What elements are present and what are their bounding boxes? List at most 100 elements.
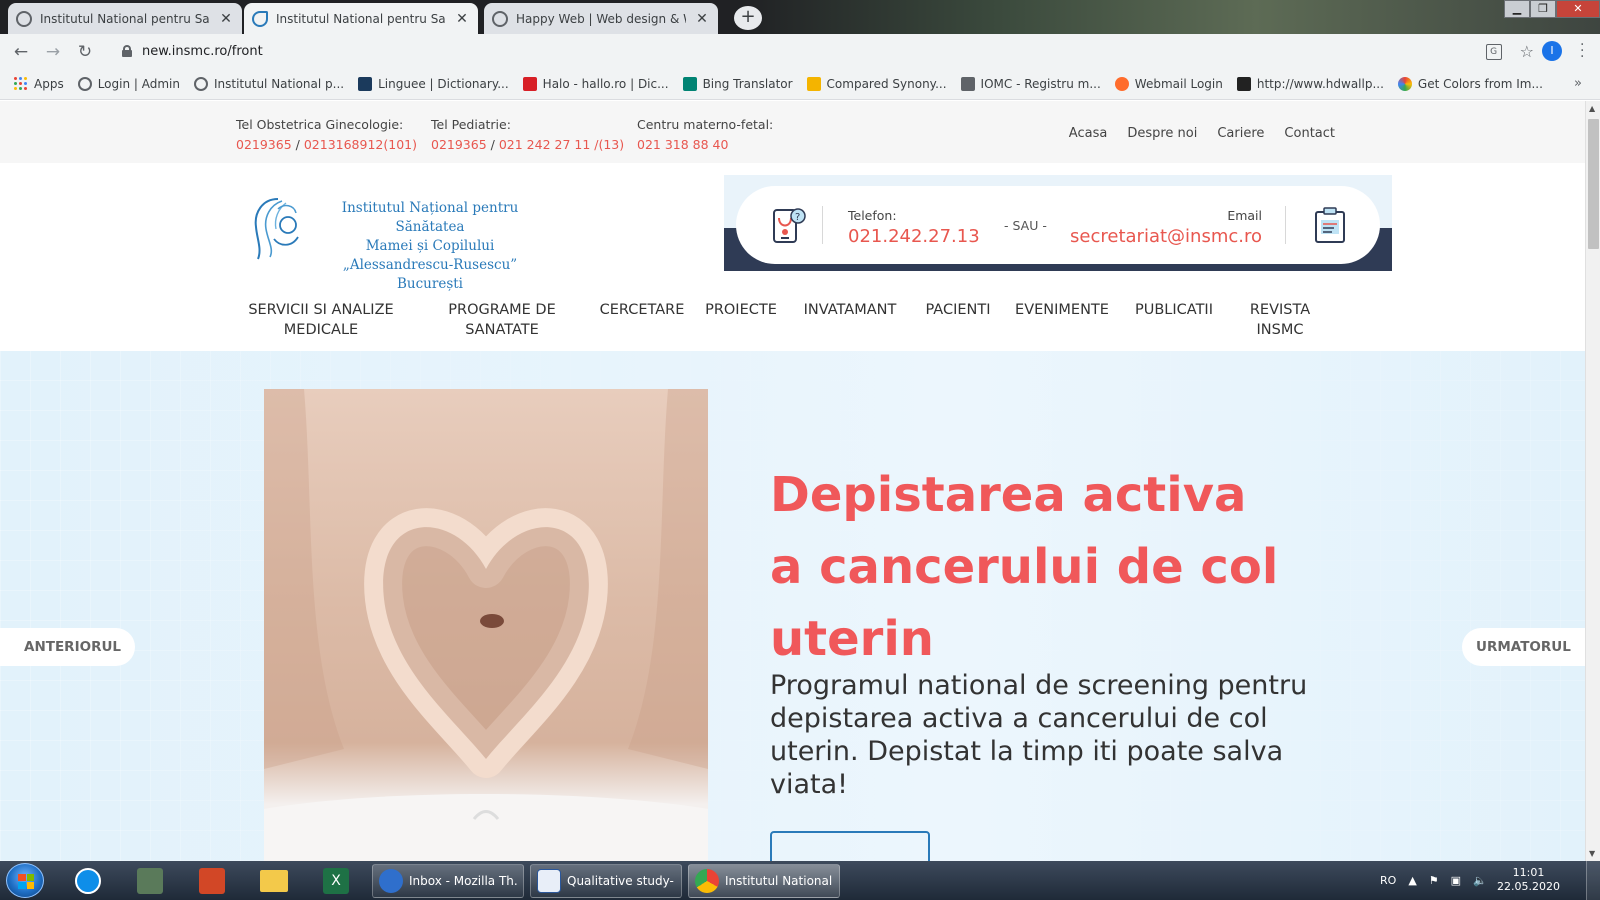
nav-publicatii[interactable]: PUBLICATII [1128,300,1220,320]
task-word[interactable]: Qualitative study-... [530,864,682,898]
task-chrome[interactable]: Institutul National... [688,864,840,898]
windows-logo-icon [18,874,34,889]
scroll-down-arrow-icon[interactable]: ▼ [1589,849,1595,858]
address-bar[interactable]: new.insmc.ro/front G ☆ [110,38,1590,66]
action-center-flag-icon[interactable]: ⚑ [1429,874,1439,887]
nav-contact[interactable]: Contact [1284,126,1335,141]
nav-evenimente[interactable]: EVENIMENTE [1012,300,1112,320]
back-button[interactable]: ← [10,41,32,63]
minimize-button[interactable]: ▁ [1504,0,1530,18]
bookmark-compared-synonyms[interactable]: Compared Synony... [806,76,947,91]
scroll-thumb[interactable] [1588,119,1599,249]
nav-cariere[interactable]: Cariere [1217,126,1264,141]
phone-link[interactable]: 0213168912(101) [304,137,417,152]
bookmark-bing-translator[interactable]: Bing Translator [682,76,793,91]
browser-tab-3[interactable]: Happy Web | Web design & Web ✕ [484,3,718,34]
nav-proiecte[interactable]: PROIECTE [704,300,778,320]
contact-materno-fetal: Centru materno-fetal: 021 318 88 40 [637,117,774,152]
restore-button[interactable]: ❐ [1530,0,1556,18]
bookmark-hdwallpapers[interactable]: http://www.hdwallp... [1236,76,1384,91]
globe-icon [77,76,92,91]
excel-pin[interactable]: X [312,865,360,897]
hd-icon [1236,76,1251,91]
hero-slider: Depistarea activa a cancerului de col ut… [0,351,1585,861]
logo-line: Institutul Național pentru Sănătatea [341,200,519,235]
bookmark-iomc[interactable]: IOMC - Registru m... [960,76,1101,91]
folder-icon [260,870,288,892]
heart-hands-image [264,389,708,861]
browser-toolbar: ← → ↻ new.insmc.ro/front G ☆ I · · · [0,34,1600,68]
system-clock[interactable]: 11:01 22.05.2020 [1497,866,1560,894]
logo-line: Mamei și Copilului [365,238,495,254]
nav-revista-insmc[interactable]: REVISTA INSMC [1240,300,1320,340]
bookmark-webmail[interactable]: Webmail Login [1114,76,1223,91]
nav-pacienti[interactable]: PACIENTI [918,300,998,320]
reload-button[interactable]: ↻ [74,41,96,63]
slider-prev-button[interactable]: ANTERIORUL [0,628,136,666]
phone-value[interactable]: 021.242.27.13 [848,226,980,247]
tray-expand-icon[interactable]: ▲ [1408,874,1416,887]
email-value[interactable]: secretariat@insmc.ro [1070,226,1262,247]
globe-icon [16,10,32,27]
teamviewer-pin[interactable] [64,865,112,897]
phone-link[interactable]: 0219365 [236,137,292,152]
network-computers-icon [137,868,163,894]
thunderbird-icon [379,869,403,893]
start-button[interactable] [6,863,44,898]
bookmark-apps[interactable]: Apps [14,76,64,91]
nav-servicii-analize[interactable]: SERVICII SI ANALIZE MEDICALE [246,300,396,340]
translate-icon[interactable]: G [1485,43,1502,60]
more-bookmarks-icon[interactable]: » [1574,76,1582,91]
language-indicator[interactable]: RO [1380,874,1396,887]
bookmark-linguee[interactable]: Linguee | Dictionary... [358,76,509,91]
browser-menu-icon[interactable]: · · · [1580,38,1586,64]
bookmark-star-icon[interactable]: ☆ [1520,42,1534,61]
hero-cta-button[interactable] [770,831,930,861]
excel-icon: X [323,868,349,894]
slider-next-button[interactable]: URMATORUL [1462,628,1585,666]
close-window-button[interactable]: ✕ [1556,0,1600,18]
nav-despre-noi[interactable]: Despre noi [1127,126,1197,141]
or-separator: - SAU - [1004,218,1047,233]
contact-obstetrica: Tel Obstetrica Ginecologie: 0219365 / 02… [236,117,417,152]
volume-icon[interactable]: 🔈 [1473,874,1487,887]
presentation-app-pin[interactable] [188,865,236,897]
tab-title: Institutul National pentru Sanatatea [276,11,446,26]
nav-invatamant[interactable]: INVATAMANT [797,300,903,320]
bookmark-login-admin[interactable]: Login | Admin [77,76,180,91]
show-desktop-button[interactable] [1586,861,1600,900]
nav-programe-sanatate[interactable]: PROGRAME DE SANATATE [440,300,564,340]
network-app-pin[interactable] [126,865,174,897]
task-thunderbird[interactable]: Inbox - Mozilla Th... [372,864,524,898]
close-tab-icon[interactable]: ✕ [694,11,710,27]
folder-icon [806,76,821,91]
profile-avatar[interactable]: I [1542,41,1562,61]
close-tab-icon[interactable]: ✕ [454,11,470,27]
page-scrollbar[interactable]: ▲ ▼ [1585,101,1600,861]
explorer-pin[interactable] [250,865,298,897]
phone-link[interactable]: 0219365 [431,137,487,152]
contact-pediatrie: Tel Pediatrie: 0219365 / 021 242 27 11 /… [431,117,625,152]
phone-doctor-icon: ? [773,208,806,243]
bookmark-hallo[interactable]: Halo - hallo.ro | Dic... [522,76,669,91]
browser-tab-1[interactable]: Institutul National pentru Sanatatea ✕ [8,3,242,34]
bookmark-institutul[interactable]: Institutul National p... [194,76,344,91]
phone-label: Telefon: [848,208,897,223]
scroll-up-arrow-icon[interactable]: ▲ [1589,104,1595,113]
forward-button[interactable]: → [42,41,64,63]
top-navigation: Acasa Despre noi Cariere Contact [1069,126,1335,141]
tab-title: Institutul National pentru Sanatatea [40,11,210,26]
lock-icon [122,45,132,57]
nav-acasa[interactable]: Acasa [1069,126,1108,141]
phone-link[interactable]: 021 318 88 40 [637,137,728,152]
new-tab-button[interactable]: + [734,6,762,30]
bookmark-get-colors[interactable]: Get Colors from Im... [1397,76,1543,91]
browser-tab-2[interactable]: Institutul National pentru Sanatatea ✕ [244,3,478,34]
site-logo[interactable]: Institutul Național pentru Sănătatea Mam… [248,193,548,292]
logo-line: „Alessandrescu-Rusescu” București [342,257,518,292]
phone-link[interactable]: 021 242 27 11 /(13) [499,137,624,152]
mother-child-logo-icon [254,198,299,260]
close-tab-icon[interactable]: ✕ [218,11,234,27]
network-icon[interactable]: ▣ [1451,874,1461,887]
nav-cercetare[interactable]: CERCETARE [596,300,688,320]
